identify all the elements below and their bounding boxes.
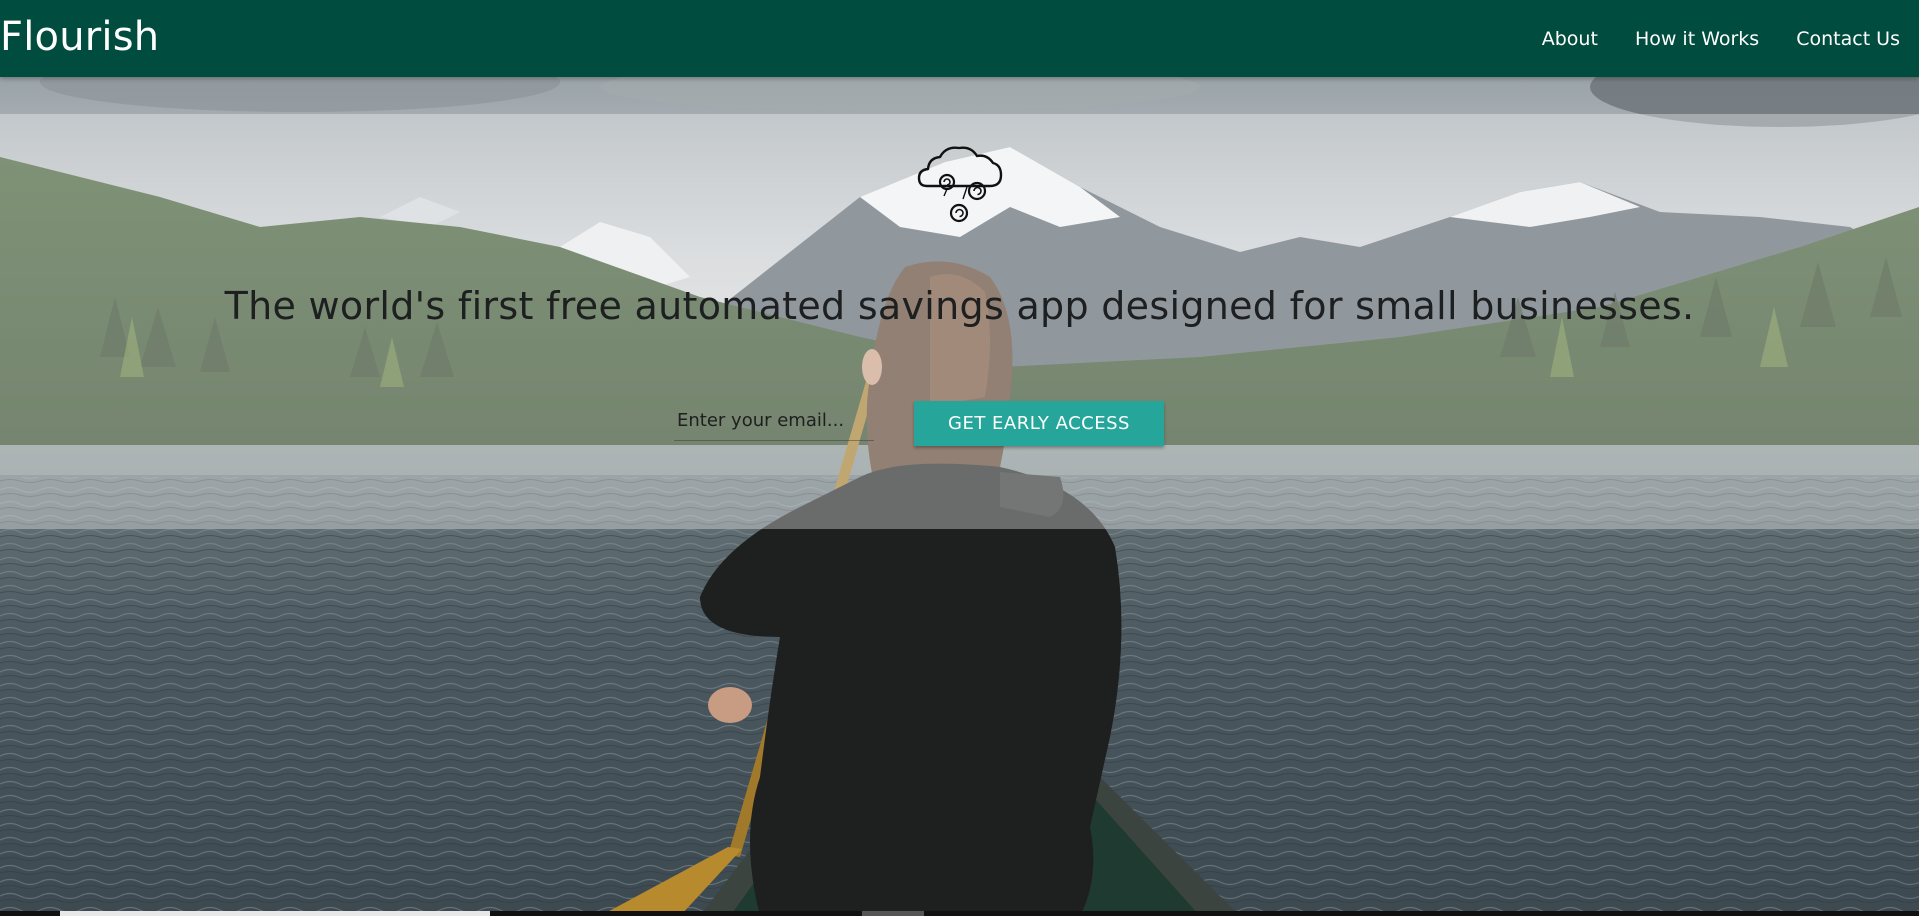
- get-early-access-button[interactable]: GET EARLY ACCESS: [914, 401, 1164, 446]
- nav-link-about[interactable]: About: [1542, 28, 1598, 50]
- bottom-strip: [0, 911, 1919, 916]
- top-navbar: Flourish About How it Works Contact Us: [0, 0, 1919, 77]
- nav-link-how-it-works[interactable]: How it Works: [1635, 28, 1759, 50]
- hero-headline: The world's first free automated savings…: [224, 284, 1695, 328]
- bottom-strip-grey: [862, 911, 924, 916]
- landing-page: Flourish About How it Works Contact Us T…: [0, 0, 1919, 916]
- email-input[interactable]: [674, 401, 874, 441]
- nav-links: About How it Works Contact Us: [1542, 0, 1900, 77]
- brand-logo[interactable]: Flourish: [0, 12, 159, 62]
- cloud-rain-coins-icon: [915, 141, 1005, 226]
- nav-link-contact-us[interactable]: Contact Us: [1796, 28, 1900, 50]
- bottom-strip-light: [60, 911, 490, 916]
